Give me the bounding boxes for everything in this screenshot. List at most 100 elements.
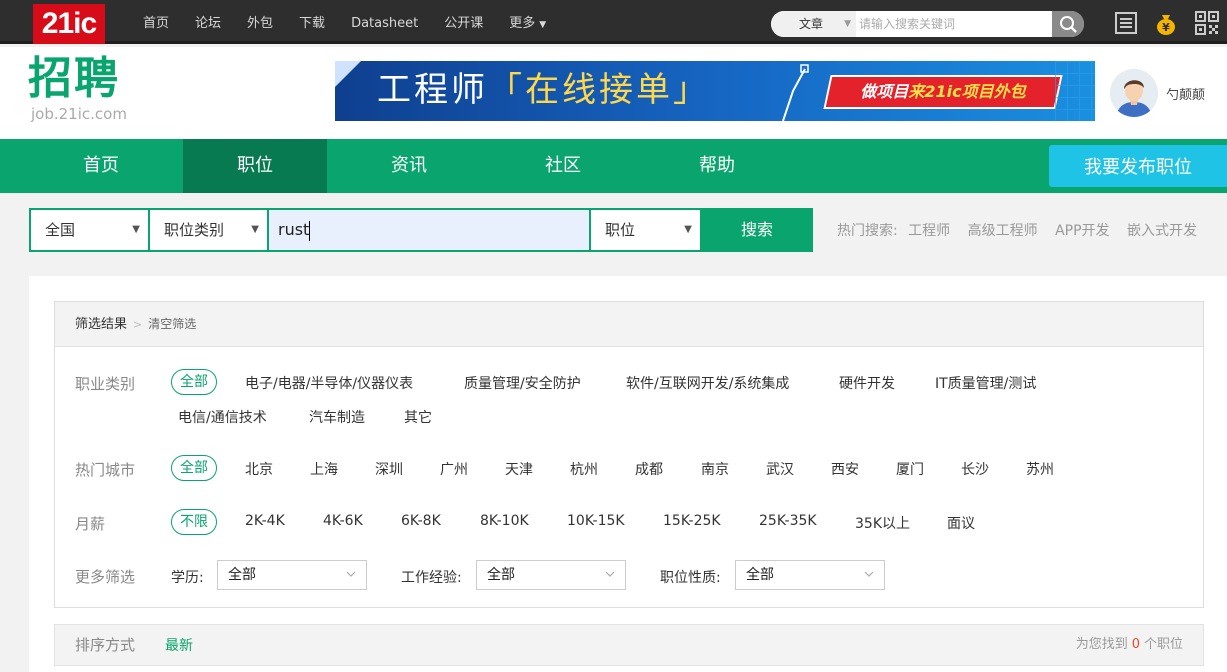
salary-option[interactable]: 35K以上 <box>855 513 910 533</box>
qr-code-icon[interactable] <box>1194 10 1220 36</box>
svg-text:¥: ¥ <box>1162 21 1170 34</box>
nav-community[interactable]: 社区 <box>491 139 635 193</box>
category-option[interactable]: IT质量管理/测试 <box>935 373 1036 393</box>
category-option-all[interactable]: 全部 <box>171 369 217 395</box>
hot-searches-label: 热门搜索: <box>837 223 898 239</box>
banner-headline: 工程师「在线接单」 <box>377 66 710 114</box>
category-value: 职位类别 <box>164 221 225 239</box>
nav-news[interactable]: 资讯 <box>337 139 481 193</box>
region-select[interactable]: 全国 ▼ <box>29 208 150 252</box>
nav-help[interactable]: 帮助 <box>645 139 789 193</box>
salary-option[interactable]: 2K-4K <box>245 513 285 529</box>
hot-term[interactable]: 嵌入式开发 <box>1127 223 1197 239</box>
caret-down-icon: ▼ <box>132 224 140 235</box>
hot-term[interactable]: APP开发 <box>1055 223 1109 239</box>
nav-home[interactable]: 首页 <box>29 139 173 193</box>
sort-newest-option[interactable]: 最新 <box>165 625 193 667</box>
city-option[interactable]: 广州 <box>440 459 468 479</box>
top-nav-more[interactable]: 更多 ▼ <box>496 0 559 44</box>
top-nav-forum[interactable]: 论坛 <box>182 0 234 44</box>
caret-down-icon: ▼ <box>539 20 547 30</box>
category-option[interactable]: 质量管理/安全防护 <box>464 373 581 393</box>
brand-title[interactable]: 招聘 <box>28 53 120 105</box>
job-nature-value: 全部 <box>746 567 774 583</box>
salary-option[interactable]: 面议 <box>947 513 975 533</box>
hot-searches: 热门搜索: 工程师 高级工程师 APP开发 嵌入式开发 <box>837 220 1210 240</box>
city-option[interactable]: 成都 <box>635 459 663 479</box>
text-cursor <box>309 220 311 241</box>
salary-option-any[interactable]: 不限 <box>171 509 217 535</box>
category-select[interactable]: 职位类别 ▼ <box>148 208 269 252</box>
keyword-input[interactable]: rust <box>267 208 591 252</box>
top-nav-home[interactable]: 首页 <box>130 0 182 44</box>
salary-option[interactable]: 8K-10K <box>480 513 529 529</box>
city-option[interactable]: 厦门 <box>896 459 924 479</box>
category-option[interactable]: 软件/互联网开发/系统集成 <box>626 373 789 393</box>
category-option[interactable]: 电信/通信技术 <box>178 407 267 427</box>
city-option[interactable]: 杭州 <box>570 459 598 479</box>
sort-bar: 排序方式 最新 为您找到 0 个职位 <box>54 624 1204 666</box>
search-button[interactable] <box>1052 11 1084 37</box>
clear-filters-link[interactable]: 清空筛选 <box>148 317 196 331</box>
caret-down-icon: ▼ <box>684 224 692 235</box>
top-nav-outsource[interactable]: 外包 <box>234 0 286 44</box>
banner-cta-part-b: 来21ic项目外包 <box>908 82 1026 101</box>
hot-term[interactable]: 工程师 <box>908 223 950 239</box>
search-input[interactable] <box>856 11 1052 37</box>
city-option[interactable]: 天津 <box>505 459 533 479</box>
city-option-all[interactable]: 全部 <box>171 455 217 481</box>
keyword-value: rust <box>278 220 310 239</box>
ad-banner[interactable]: 工程师「在线接单」 做项目来21ic项目外包 <box>335 61 1095 121</box>
banner-headline-highlight: 「在线接单」 <box>488 70 710 110</box>
banner-cta-part-a: 做项目 <box>860 82 909 101</box>
job-search-button[interactable]: 搜索 <box>701 208 813 252</box>
banner-grid-decoration <box>1055 61 1095 121</box>
top-nav-opencourse[interactable]: 公开课 <box>431 0 496 44</box>
experience-select[interactable]: 全部 <box>476 560 626 590</box>
nav-jobs[interactable]: 职位 <box>183 139 327 193</box>
publish-job-button[interactable]: 我要发布职位 <box>1049 145 1227 187</box>
top-nav-datasheet[interactable]: Datasheet <box>338 0 431 44</box>
search-scope-value: 职位 <box>605 221 636 239</box>
salary-option[interactable]: 25K-35K <box>759 513 817 529</box>
username[interactable]: 勺颠颠 <box>1166 84 1205 103</box>
salary-option[interactable]: 10K-15K <box>567 513 625 529</box>
category-option[interactable]: 其它 <box>404 407 432 427</box>
salary-option[interactable]: 4K-6K <box>323 513 363 529</box>
top-nav-download[interactable]: 下载 <box>286 0 338 44</box>
search-icon <box>1060 16 1077 33</box>
list-icon[interactable] <box>1113 10 1139 36</box>
site-logo[interactable]: 21ic <box>33 4 105 44</box>
city-option[interactable]: 深圳 <box>375 459 403 479</box>
more-filters-label: 更多筛选 <box>75 568 136 586</box>
search-type-select[interactable]: 文章 ▼ <box>771 11 856 37</box>
site-search: 文章 ▼ <box>771 11 1084 37</box>
category-option[interactable]: 硬件开发 <box>839 373 895 393</box>
city-option[interactable]: 长沙 <box>961 459 989 479</box>
result-count: 为您找到 0 个职位 <box>1076 625 1183 665</box>
category-option[interactable]: 汽车制造 <box>309 407 365 427</box>
category-option[interactable]: 电子/电器/半导体/仪器仪表 <box>245 373 413 393</box>
city-option[interactable]: 武汉 <box>766 459 794 479</box>
top-nav: 首页 论坛 外包 下载 Datasheet 公开课 更多 ▼ <box>130 0 559 44</box>
salary-filter-label: 月薪 <box>75 515 106 533</box>
caret-down-icon: ▼ <box>844 19 851 29</box>
money-bag-icon[interactable]: ¥ <box>1153 10 1179 36</box>
hot-term[interactable]: 高级工程师 <box>968 223 1038 239</box>
experience-value: 全部 <box>487 567 515 583</box>
salary-option[interactable]: 6K-8K <box>401 513 441 529</box>
job-nature-select[interactable]: 全部 <box>735 560 885 590</box>
city-option[interactable]: 南京 <box>701 459 729 479</box>
city-option[interactable]: 上海 <box>310 459 338 479</box>
city-option[interactable]: 苏州 <box>1026 459 1054 479</box>
city-option[interactable]: 西安 <box>831 459 859 479</box>
filter-box: 筛选结果 > 清空筛选 职业类别 全部 电子/电器/半导体/仪器仪表 质量管理/安全… <box>54 301 1204 608</box>
salary-option[interactable]: 15K-25K <box>663 513 721 529</box>
education-select[interactable]: 全部 <box>217 560 367 590</box>
city-option[interactable]: 北京 <box>245 459 273 479</box>
avatar[interactable] <box>1110 69 1158 117</box>
result-count-number: 0 <box>1131 637 1140 652</box>
top-bar: 21ic 首页 论坛 外包 下载 Datasheet 公开课 更多 ▼ 文章 ▼ … <box>0 0 1227 44</box>
search-scope-select[interactable]: 职位 ▼ <box>589 208 702 252</box>
city-filter-label: 热门城市 <box>75 461 136 479</box>
